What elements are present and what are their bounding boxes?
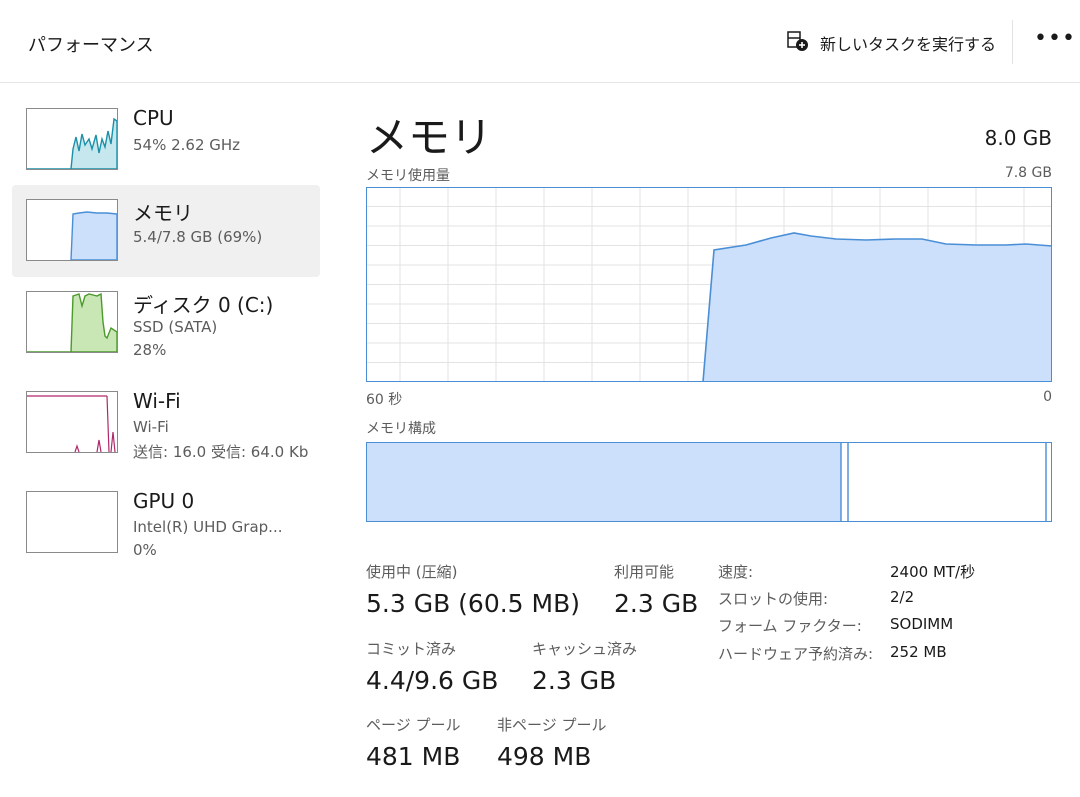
in-use-label: 使用中 (圧縮) [366, 563, 458, 581]
more-options-button[interactable]: ••• [1034, 26, 1076, 51]
memory-composition-bar [366, 442, 1052, 522]
disk-title: ディスク 0 (C:) [133, 293, 274, 317]
slots-used-value: 2/2 [890, 588, 915, 606]
speed-label: 速度: [718, 563, 754, 581]
sidebar-item-disk[interactable]: ディスク 0 (C:) SSD (SATA) 28% [12, 277, 320, 369]
slots-used-label: スロットの使用: [718, 590, 829, 608]
paged-pool-label: ページ プール [366, 716, 461, 734]
sidebar-item-gpu[interactable]: GPU 0 Intel(R) UHD Grap... 0% [12, 477, 320, 569]
sidebar-item-memory[interactable]: メモリ 5.4/7.8 GB (69%) [12, 185, 320, 277]
available-value: 2.3 GB [614, 589, 699, 618]
wifi-mini-graph [26, 391, 118, 453]
sidebar-item-cpu[interactable]: CPU 54% 2.62 GHz [12, 94, 320, 186]
memory-usage-graph [366, 187, 1053, 383]
cpu-title: CPU [133, 106, 174, 130]
available-label: 利用可能 [614, 563, 675, 581]
memory-composition-label: メモリ構成 [366, 421, 436, 437]
gpu-model-text: Intel(R) UHD Grap... [133, 518, 283, 536]
nonpaged-pool-label: 非ページ プール [497, 716, 607, 734]
gpu-mini-graph [26, 491, 118, 553]
run-new-task-label: 新しいタスクを実行する [820, 35, 997, 54]
disk-type-text: SSD (SATA) [133, 318, 218, 336]
speed-value: 2400 MT/秒 [890, 563, 976, 581]
disk-usage-text: 28% [133, 341, 167, 359]
cpu-usage-text: 54% 2.62 GHz [133, 136, 241, 154]
run-new-task-button[interactable]: 新しいタスクを実行する [786, 28, 996, 58]
committed-value: 4.4/9.6 GB [366, 666, 499, 695]
header-divider [1012, 20, 1013, 64]
memory-usage-label: メモリ使用量 [366, 168, 450, 184]
page-title: パフォーマンス [28, 35, 154, 56]
gpu-usage-text: 0% [133, 541, 157, 559]
memory-mini-graph [26, 199, 118, 261]
disk-mini-graph [26, 291, 118, 353]
form-factor-label: フォーム ファクター: [718, 617, 862, 635]
wifi-title: Wi-Fi [133, 389, 181, 413]
header-bar: パフォーマンス 新しいタスクを実行する ••• [0, 0, 1080, 83]
form-factor-value: SODIMM [890, 615, 954, 633]
hardware-reserved-value: 252 MB [890, 643, 947, 661]
memory-title: メモリ [133, 201, 193, 225]
paged-pool-value: 481 MB [366, 742, 461, 771]
cached-value: 2.3 GB [532, 666, 617, 695]
hardware-reserved-label: ハードウェア予約済み: [718, 645, 874, 663]
cached-label: キャッシュ済み [532, 640, 638, 658]
memory-usage-max: 7.8 GB [1004, 165, 1052, 181]
new-task-icon [786, 29, 810, 57]
wifi-throughput-text: 送信: 16.0 受信: 64.0 Kb [133, 443, 309, 461]
sidebar-item-wifi[interactable]: Wi-Fi Wi-Fi 送信: 16.0 受信: 64.0 Kb [12, 377, 320, 469]
in-use-value: 5.3 GB (60.5 MB) [366, 589, 581, 618]
graph-axis-right: 0 [1043, 389, 1052, 405]
memory-usage-text: 5.4/7.8 GB (69%) [133, 228, 263, 246]
gpu-title: GPU 0 [133, 489, 195, 513]
total-memory: 8.0 GB [984, 126, 1052, 150]
committed-label: コミット済み [366, 640, 457, 658]
graph-axis-left: 60 秒 [366, 392, 403, 408]
panel-title: メモリ [366, 113, 493, 162]
cpu-mini-graph [26, 108, 118, 170]
wifi-adapter-text: Wi-Fi [133, 418, 169, 436]
nonpaged-pool-value: 498 MB [497, 742, 592, 771]
